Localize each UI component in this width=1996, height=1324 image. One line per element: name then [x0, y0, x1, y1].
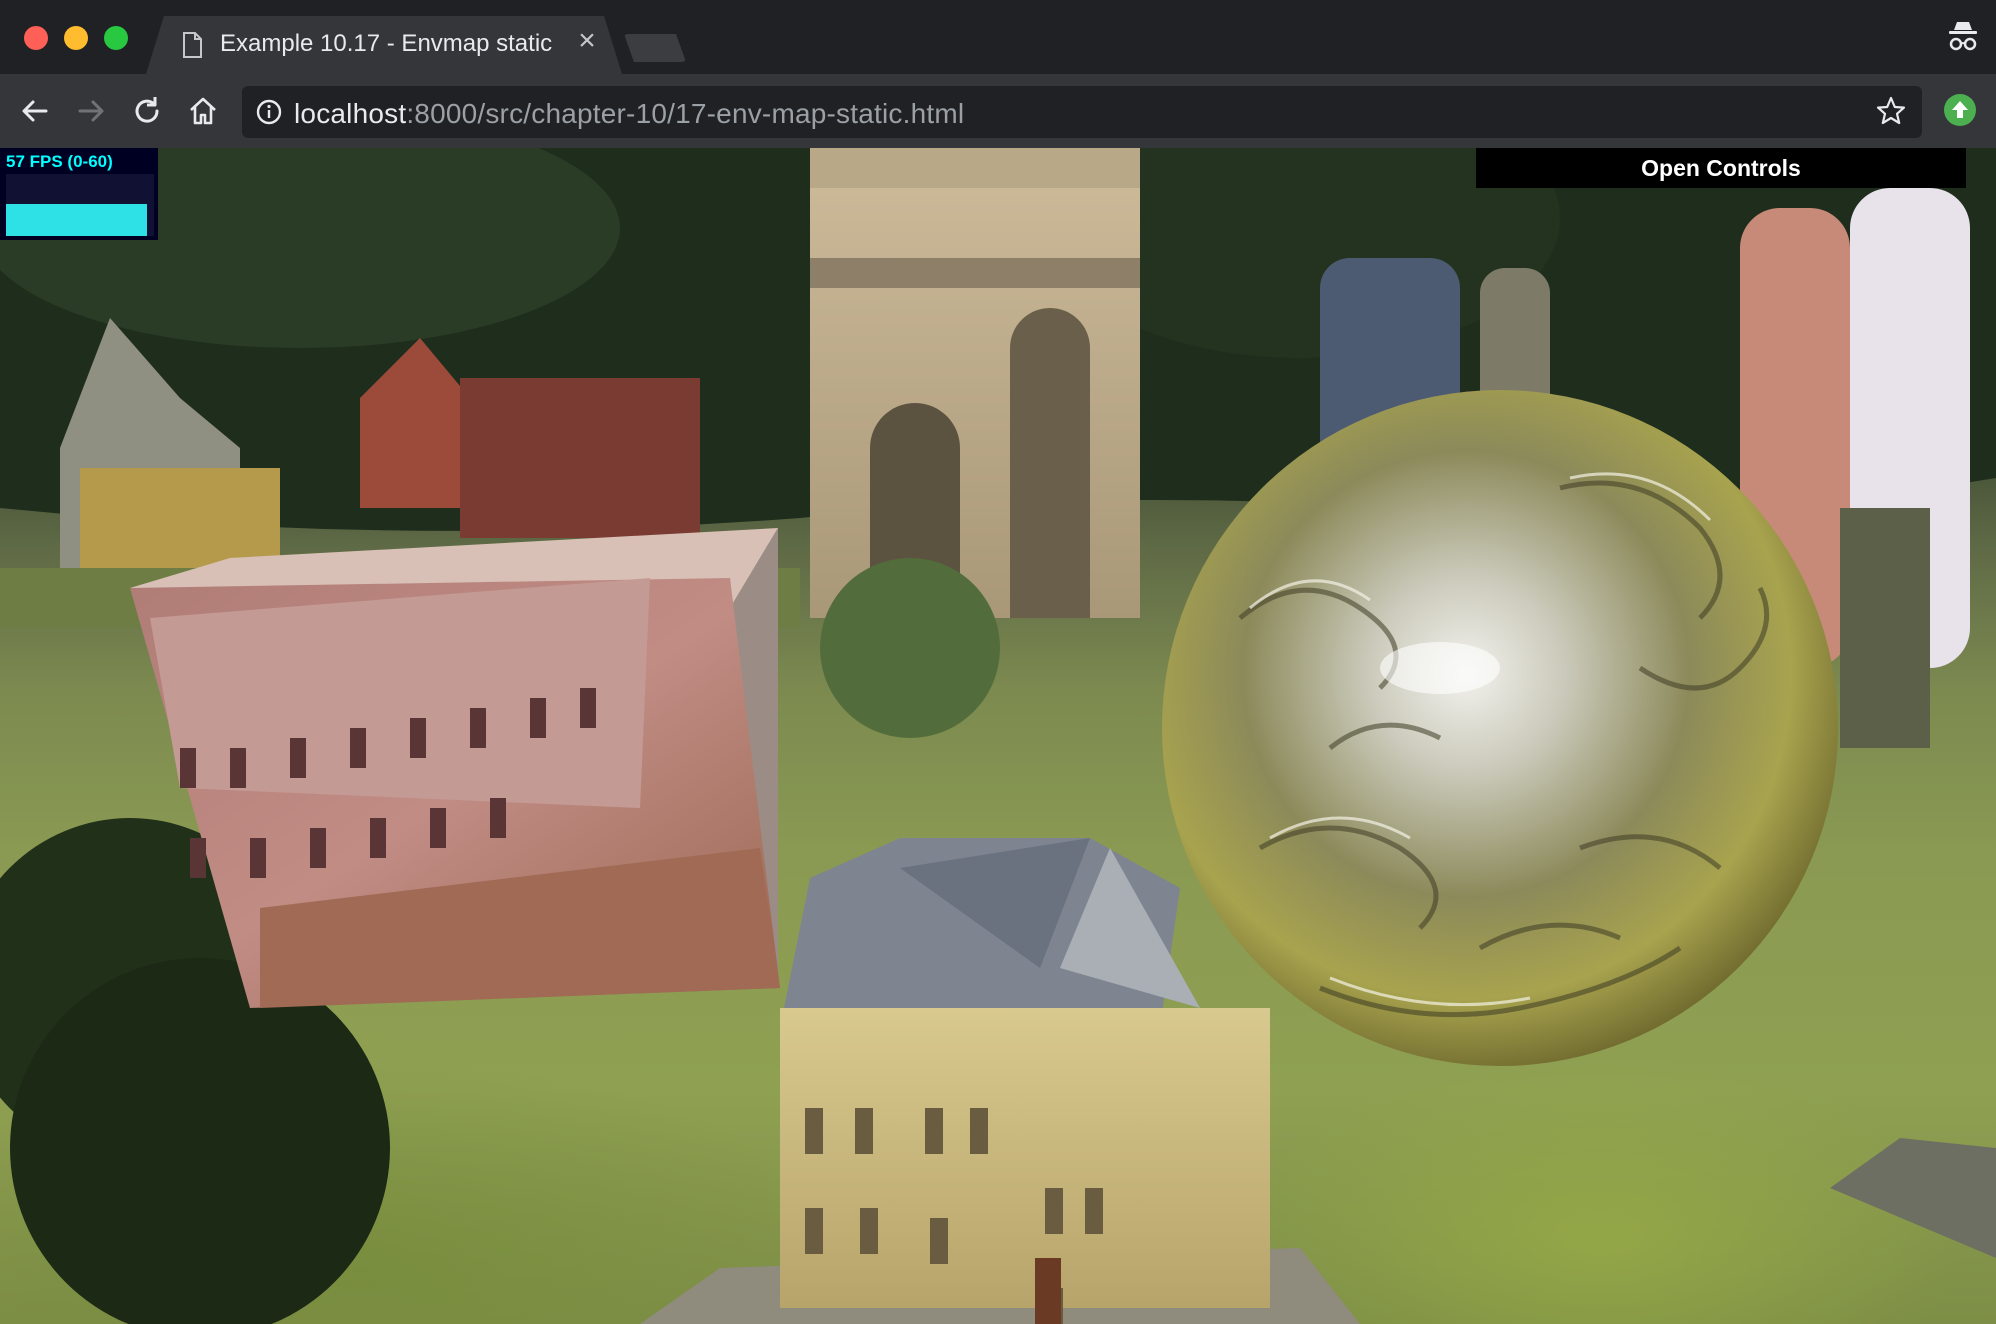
star-icon[interactable] — [1876, 96, 1906, 131]
back-arrow-icon — [22, 100, 48, 122]
url-path: :8000/src/chapter-10/17-env-map-static.h… — [406, 98, 965, 129]
url-host: localhost — [294, 98, 407, 129]
reload-button[interactable] — [130, 94, 164, 128]
reload-icon — [135, 97, 159, 123]
url-text[interactable]: localhost:8000/src/chapter-10/17-env-map… — [294, 98, 964, 130]
scene-render — [0, 148, 1996, 1324]
incognito-icon — [1948, 20, 1978, 59]
back-button[interactable] — [18, 94, 52, 128]
extension-update-icon[interactable] — [1944, 94, 1976, 126]
home-icon — [190, 97, 216, 125]
tab-close-button[interactable]: × — [572, 26, 602, 56]
webgl-canvas[interactable]: 57 FPS (0-60) Open Controls — [0, 148, 1996, 1324]
fps-label: 57 FPS (0-60) — [6, 152, 113, 171]
home-button[interactable] — [186, 94, 220, 128]
window-maximize-button[interactable] — [104, 26, 128, 50]
fps-stats-panel[interactable]: 57 FPS (0-60) — [0, 148, 158, 240]
new-tab-button[interactable] — [624, 34, 686, 62]
fps-bar — [6, 204, 147, 236]
forward-button[interactable] — [74, 94, 108, 128]
open-controls-button[interactable]: Open Controls — [1476, 148, 1966, 188]
window-close-button[interactable] — [24, 26, 48, 50]
close-icon: × — [578, 24, 596, 57]
forward-arrow-icon — [78, 100, 104, 122]
document-icon — [182, 32, 202, 63]
address-bar[interactable]: localhost:8000/src/chapter-10/17-env-map… — [242, 86, 1922, 138]
browser-tab-active[interactable]: Example 10.17 - Envmap static × — [146, 16, 622, 74]
info-icon[interactable] — [256, 99, 282, 130]
fps-graph — [6, 174, 154, 236]
tab-title: Example 10.17 - Envmap static — [220, 30, 553, 57]
window-minimize-button[interactable] — [64, 26, 88, 50]
browser-toolbar: localhost:8000/src/chapter-10/17-env-map… — [0, 74, 1996, 148]
window-titlebar: Example 10.17 - Envmap static × — [0, 0, 1996, 74]
